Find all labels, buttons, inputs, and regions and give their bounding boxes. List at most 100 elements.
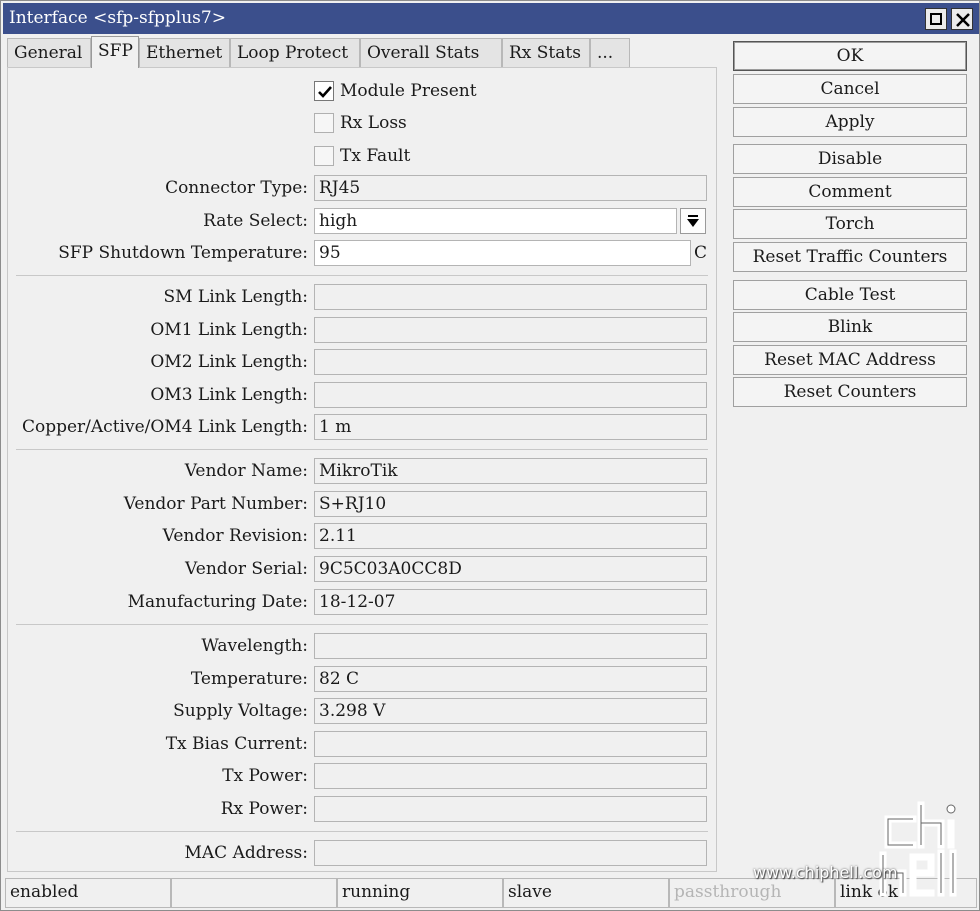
sm-link-label: SM Link Length: <box>163 287 308 307</box>
om1-link-row: OM1 Link Length: <box>8 317 718 343</box>
rate-select-input[interactable]: high <box>314 208 677 234</box>
tab-general[interactable]: General <box>7 38 91 68</box>
cable-test-button[interactable]: Cable Test <box>733 280 967 310</box>
disable-button[interactable]: Disable <box>733 144 967 174</box>
tx-bias-label: Tx Bias Current: <box>165 734 308 754</box>
connector-type-label: Connector Type: <box>165 178 308 198</box>
mac-address-field <box>314 840 707 866</box>
vendor-part-row: Vendor Part Number: S+RJ10 <box>8 491 718 517</box>
status-slave: slave <box>503 878 669 908</box>
mfg-date-label: Manufacturing Date: <box>127 592 308 612</box>
tab-bar: General SFP Ethernet Loop Protect Overal… <box>7 36 631 68</box>
om2-link-row: OM2 Link Length: <box>8 349 718 375</box>
supply-voltage-field: 3.298 V <box>314 698 707 724</box>
copper-link-label: Copper/Active/OM4 Link Length: <box>21 417 308 437</box>
vendor-name-row: Vendor Name: MikroTik <box>8 458 718 484</box>
status-empty <box>171 878 337 908</box>
wavelength-label: Wavelength: <box>201 636 308 656</box>
om2-link-label: OM2 Link Length: <box>150 352 308 372</box>
mac-address-label: MAC Address: <box>184 843 309 863</box>
interface-window: Interface <sfp-sfpplus7> General SFP Eth… <box>0 0 980 911</box>
tab-overall-stats[interactable]: Overall Stats <box>360 38 502 68</box>
checkbox-box[interactable] <box>314 113 334 133</box>
rate-select-dropdown-button[interactable] <box>680 208 706 234</box>
vendor-serial-row: Vendor Serial: 9C5C03A0CC8D <box>8 556 718 582</box>
rate-select-row: Rate Select: high <box>8 208 718 234</box>
checkbox-box[interactable] <box>314 146 334 166</box>
checkbox-label: Module Present <box>340 81 477 101</box>
sm-link-row: SM Link Length: <box>8 284 718 310</box>
tab-loop-protect[interactable]: Loop Protect <box>230 38 360 68</box>
maximize-button[interactable] <box>925 8 947 30</box>
vendor-serial-field: 9C5C03A0CC8D <box>314 556 707 582</box>
checkbox-label: Tx Fault <box>340 146 411 166</box>
rx-loss-checkbox[interactable]: Rx Loss <box>314 112 614 136</box>
sfp-panel: Module Present Rx Loss Tx Fault Connecto… <box>7 67 717 872</box>
window-title: Interface <sfp-sfpplus7> <box>9 8 226 28</box>
supply-voltage-label: Supply Voltage: <box>173 701 308 721</box>
shutdown-temp-row: SFP Shutdown Temperature: 95 C <box>8 240 718 266</box>
om1-link-label: OM1 Link Length: <box>150 320 308 340</box>
shutdown-temp-label: SFP Shutdown Temperature: <box>58 243 308 263</box>
apply-button[interactable]: Apply <box>733 107 967 137</box>
tab-more[interactable]: ... <box>590 38 630 68</box>
cancel-button[interactable]: Cancel <box>733 74 967 104</box>
tab-sfp[interactable]: SFP <box>91 36 139 68</box>
status-running: running <box>337 878 503 908</box>
temperature-field: 82 C <box>314 666 707 692</box>
connector-type-field: RJ45 <box>314 175 707 201</box>
vendor-serial-label: Vendor Serial: <box>185 559 308 579</box>
divider <box>16 624 708 625</box>
vendor-revision-label: Vendor Revision: <box>162 526 308 546</box>
tab-rx-stats[interactable]: Rx Stats <box>502 38 590 68</box>
shutdown-temp-input[interactable]: 95 <box>314 240 691 266</box>
ok-button[interactable]: OK <box>733 41 967 71</box>
mac-address-row: MAC Address: <box>8 840 718 866</box>
module-present-checkbox[interactable]: Module Present <box>314 80 614 104</box>
tx-fault-checkbox[interactable]: Tx Fault <box>314 145 614 169</box>
vendor-part-field: S+RJ10 <box>314 491 707 517</box>
tx-bias-field <box>314 731 707 757</box>
shutdown-temp-unit: C <box>694 243 708 263</box>
mfg-date-field: 18-12-07 <box>314 589 707 615</box>
vendor-name-field: MikroTik <box>314 458 707 484</box>
checkmark-icon <box>318 86 332 98</box>
rx-power-label: Rx Power: <box>220 799 308 819</box>
reset-counters-button[interactable]: Reset Counters <box>733 377 967 407</box>
om1-link-field <box>314 317 707 343</box>
tx-power-label: Tx Power: <box>222 766 308 786</box>
comment-button[interactable]: Comment <box>733 177 967 207</box>
divider <box>16 831 708 832</box>
copper-link-row: Copper/Active/OM4 Link Length: 1 m <box>8 414 718 440</box>
tx-power-row: Tx Power: <box>8 763 718 789</box>
wavelength-field <box>314 633 707 659</box>
reset-traffic-counters-button[interactable]: Reset Traffic Counters <box>733 242 967 272</box>
divider <box>16 275 708 276</box>
status-enabled: enabled <box>5 878 171 908</box>
rate-select-label: Rate Select: <box>203 211 308 231</box>
temperature-row: Temperature: 82 C <box>8 666 718 692</box>
supply-voltage-row: Supply Voltage: 3.298 V <box>8 698 718 724</box>
om3-link-field <box>314 382 707 408</box>
chiphell-logo-icon <box>879 801 957 897</box>
torch-button[interactable]: Torch <box>733 209 967 239</box>
close-icon <box>956 13 970 27</box>
mfg-date-row: Manufacturing Date: 18-12-07 <box>8 589 718 615</box>
title-bar[interactable]: Interface <sfp-sfpplus7> <box>3 3 979 34</box>
rx-power-field <box>314 796 707 822</box>
checkbox-box[interactable] <box>314 81 334 101</box>
vendor-name-label: Vendor Name: <box>184 461 308 481</box>
reset-mac-address-button[interactable]: Reset MAC Address <box>733 345 967 375</box>
connector-type-row: Connector Type: RJ45 <box>8 175 718 201</box>
dropdown-arrow-icon <box>687 215 699 227</box>
om2-link-field <box>314 349 707 375</box>
maximize-icon <box>930 13 942 25</box>
tx-power-field <box>314 763 707 789</box>
vendor-revision-field: 2.11 <box>314 523 707 549</box>
rx-power-row: Rx Power: <box>8 796 718 822</box>
vendor-part-label: Vendor Part Number: <box>123 494 308 514</box>
tab-ethernet[interactable]: Ethernet <box>139 38 230 68</box>
close-button[interactable] <box>951 8 973 30</box>
divider <box>16 449 708 450</box>
blink-button[interactable]: Blink <box>733 312 967 342</box>
